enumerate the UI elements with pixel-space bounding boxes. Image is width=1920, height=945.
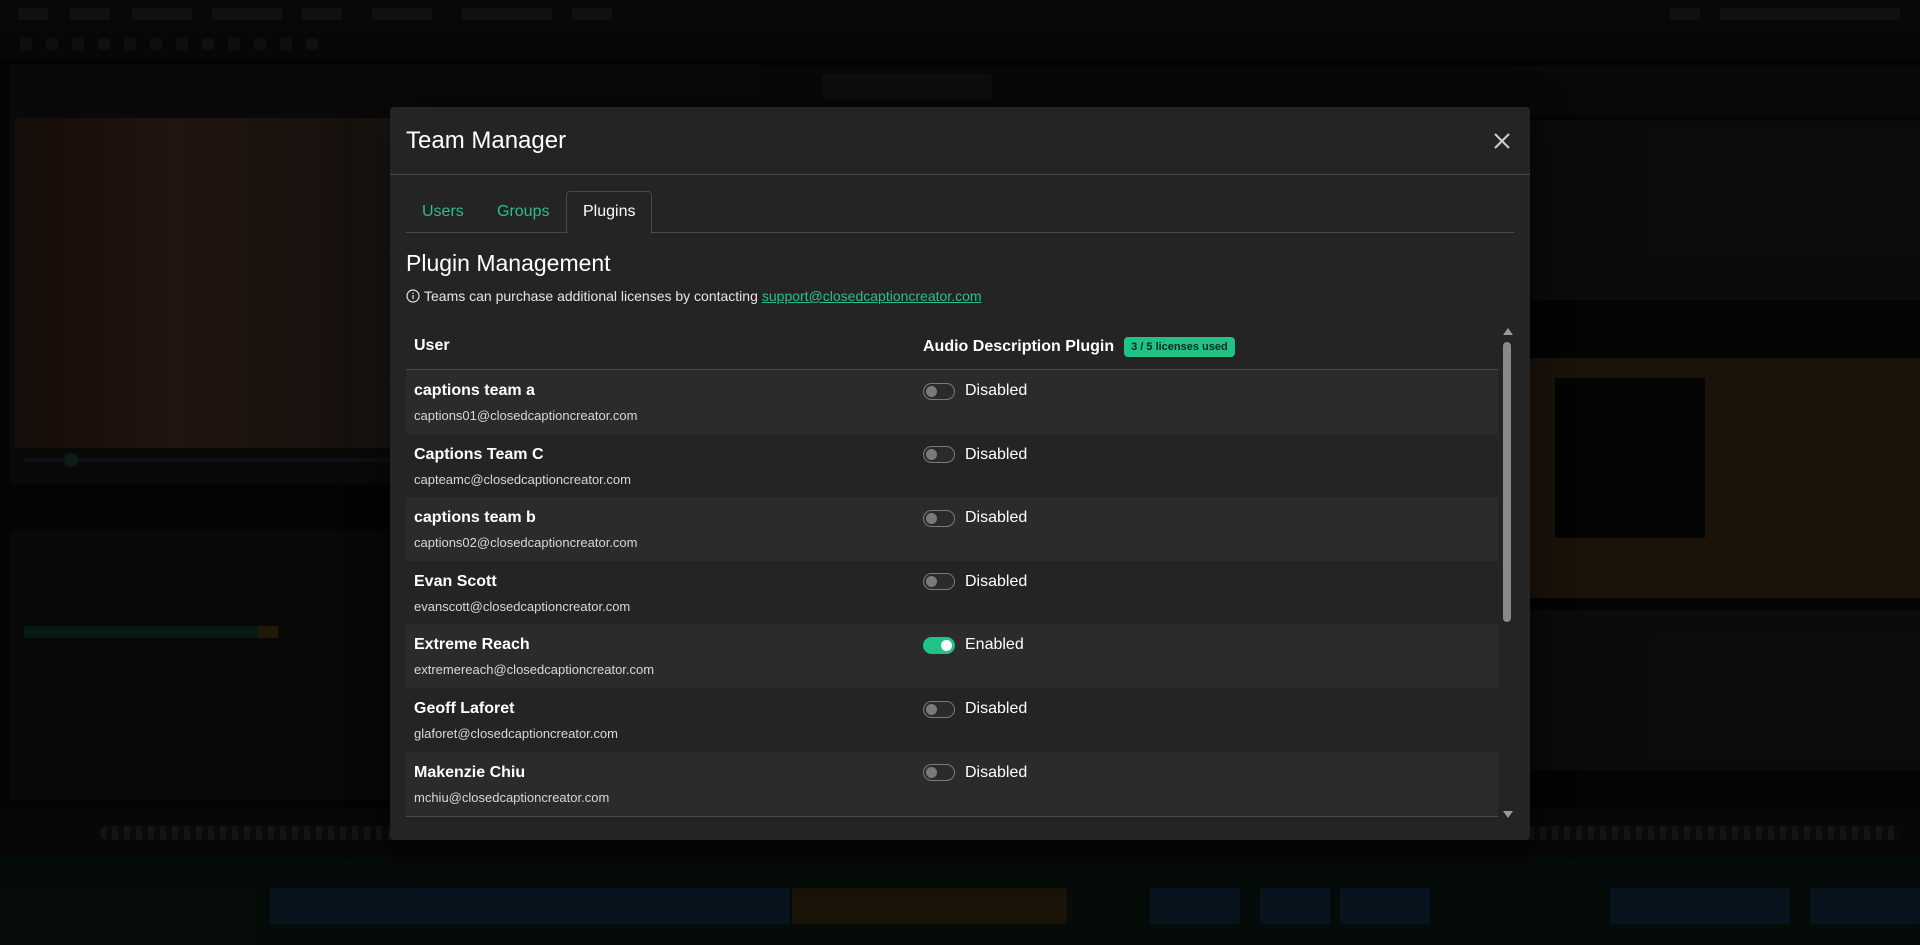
plugin-status-label: Disabled (965, 382, 1028, 399)
column-header-plugin-label: Audio Description Plugin (923, 338, 1115, 355)
close-button[interactable] (1490, 129, 1514, 153)
table-row: Extreme Reach extremereach@closedcaptionc… (406, 624, 1498, 690)
table-header: User Audio Description Plugin 3 / 5 lice… (406, 324, 1498, 370)
plugin-status-label: Enabled (965, 636, 1024, 654)
toggle-knob (926, 449, 937, 461)
plugin-toggle-group: Disabled (923, 700, 1027, 718)
user-name: captions team b (414, 509, 536, 527)
user-email: captions02@closedcaptioncreator.com (414, 535, 638, 551)
modal-header: Team Manager (390, 107, 1530, 175)
user-name: captions team a (414, 382, 535, 399)
plugin-toggle[interactable] (923, 382, 955, 400)
plugin-toggle[interactable] (923, 446, 955, 464)
toggle-knob (926, 767, 937, 779)
tab-plugins[interactable]: Plugins (566, 191, 653, 234)
user-email: glaforet@closedcaptioncreator.com (414, 726, 618, 741)
toggle-knob (926, 512, 937, 524)
column-header-plugin: Audio Description Plugin 3 / 5 licenses … (923, 337, 1235, 357)
user-email: capteamc@closedcaptioncreator.com (414, 471, 631, 487)
team-manager-modal: Team Manager Users Groups Plugins Plugin… (390, 107, 1530, 840)
plugin-toggle-group: Disabled (923, 573, 1027, 591)
plugin-status-label: Disabled (965, 763, 1028, 781)
table-row: captions team a captions01@closedcaptionc… (406, 370, 1498, 435)
plugin-status-label: Disabled (965, 572, 1028, 590)
tab-users[interactable]: Users (406, 191, 480, 233)
support-email-link[interactable]: support@closedcaptioncreator.com (762, 288, 982, 304)
plugin-toggle-group: Disabled (923, 382, 1027, 400)
table-row: Geoff Laforet glaforet@closedcaptioncreat… (406, 688, 1498, 753)
info-icon (406, 289, 420, 303)
user-name: Evan Scott (414, 572, 497, 590)
tab-groups[interactable]: Groups (481, 191, 565, 233)
table-row: Captions Team C capteamc@closedcaptioncre… (406, 433, 1498, 499)
scroll-up-arrow-icon[interactable] (1503, 328, 1513, 335)
table-scrollbar[interactable] (1500, 324, 1514, 822)
plugin-status-label: Disabled (965, 509, 1028, 527)
plugin-table: User Audio Description Plugin 3 / 5 lice… (406, 324, 1514, 822)
close-icon (1494, 133, 1510, 149)
license-badge: 3 / 5 licenses used (1124, 337, 1235, 357)
user-name: Extreme Reach (414, 636, 530, 654)
table-body: captions team a captions01@closedcaptionc… (406, 370, 1498, 822)
table-row: Evan Scott evanscott@closedcaptioncreator… (406, 560, 1498, 626)
plugin-toggle[interactable] (923, 509, 955, 527)
plugin-toggle-group: Disabled (923, 509, 1027, 527)
toggle-knob (926, 576, 937, 588)
modal-title: Team Manager (406, 127, 567, 154)
user-name: Captions Team C (414, 445, 544, 463)
plugin-toggle[interactable] (923, 636, 955, 654)
info-text: Teams can purchase additional licenses b… (424, 288, 758, 304)
section-title: Plugin Management (406, 250, 611, 276)
user-email: mchiu@closedcaptioncreator.com (414, 789, 610, 805)
plugin-toggle-group: Enabled (923, 636, 1024, 654)
plugin-toggle[interactable] (923, 700, 955, 718)
plugin-status-label: Disabled (965, 445, 1028, 463)
toggle-knob (926, 703, 937, 715)
user-email: extremereach@closedcaptioncreator.com (414, 662, 655, 678)
plugin-status-label: Disabled (965, 700, 1028, 717)
user-name: Makenzie Chiu (414, 763, 526, 781)
user-email: captions01@closedcaptioncreator.com (414, 408, 638, 423)
plugin-toggle-group: Disabled (923, 446, 1027, 464)
toggle-knob (941, 639, 952, 651)
user-email: evanscott@closedcaptioncreator.com (414, 598, 631, 614)
plugin-toggle[interactable] (923, 764, 955, 782)
plugin-toggle-group: Disabled (923, 764, 1027, 782)
plugin-toggle[interactable] (923, 573, 955, 591)
license-info: Teams can purchase additional licenses b… (406, 288, 982, 304)
table-row: captions team b captions02@closedcaptionc… (406, 497, 1498, 563)
column-header-user: User (414, 337, 450, 354)
tab-bar: Users Groups Plugins (406, 191, 1514, 234)
user-name: Geoff Laforet (414, 700, 515, 717)
scroll-down-arrow-icon[interactable] (1503, 811, 1513, 818)
toggle-knob (926, 385, 937, 397)
scroll-thumb[interactable] (1503, 342, 1511, 622)
table-row: Makenzie Chiu mchiu@closedcaptioncreator.… (406, 751, 1498, 817)
